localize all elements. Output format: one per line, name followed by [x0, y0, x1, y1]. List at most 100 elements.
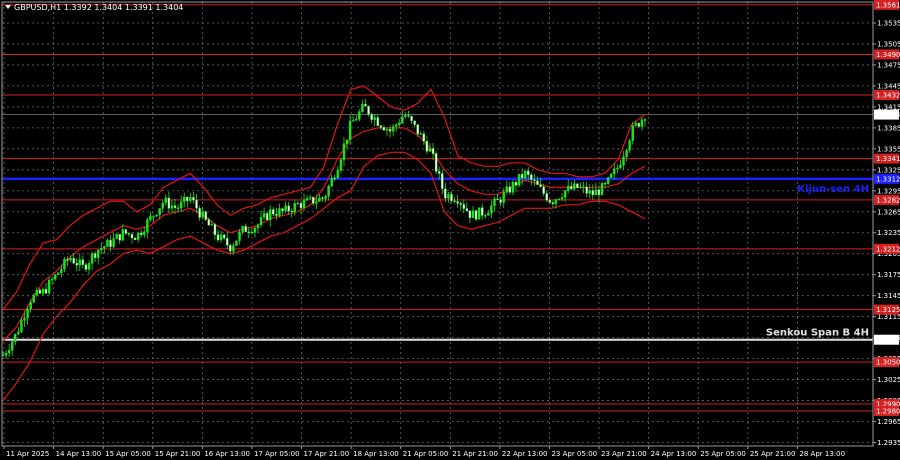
- candle-body: [20, 320, 23, 333]
- candle-body: [66, 259, 69, 261]
- candle-body: [38, 289, 42, 294]
- candle-body: [93, 253, 97, 258]
- candle-body: [385, 129, 389, 131]
- candle-body: [235, 240, 238, 246]
- candle-body: [192, 197, 195, 201]
- candle-body: [216, 234, 220, 241]
- candle-body: [118, 234, 121, 241]
- candle-body: [318, 197, 321, 202]
- candle-body: [299, 203, 303, 209]
- price-level-tag: 1.3490: [876, 51, 900, 59]
- candle-body: [155, 214, 158, 217]
- x-tick-label: 23 Apr 05:00: [551, 450, 597, 458]
- candle-body: [394, 124, 398, 127]
- candle-body: [69, 258, 72, 261]
- y-tick-label: 1.3235: [877, 229, 900, 237]
- candle-body: [640, 119, 644, 127]
- candle-body: [183, 196, 186, 202]
- candle-body: [388, 129, 392, 132]
- candle-body: [293, 203, 297, 213]
- candle-body: [465, 208, 469, 212]
- kijun-sen-label: Kijun-sen 4H: [797, 184, 869, 195]
- candle-body: [290, 210, 293, 213]
- candle-body: [606, 177, 610, 184]
- candle-body: [278, 208, 281, 216]
- candle-body: [272, 209, 275, 215]
- candle-body: [11, 341, 14, 351]
- candle-body: [468, 210, 472, 218]
- candle-body: [450, 194, 453, 201]
- y-tick-label: 1.2965: [877, 418, 900, 426]
- x-tick-label: 28 Apr 13:00: [799, 450, 845, 458]
- candle-body: [198, 208, 201, 218]
- candle-body: [517, 173, 521, 186]
- candle-body: [136, 232, 140, 241]
- candle-body: [597, 189, 601, 196]
- candle-body: [603, 183, 607, 185]
- candle-body: [238, 231, 241, 241]
- candle-body: [109, 239, 112, 247]
- candle-body: [63, 259, 66, 270]
- y-tick-label: 1.3535: [877, 19, 900, 27]
- price-level-tag: 1.3432: [876, 91, 900, 99]
- y-tick-label: 1.2935: [877, 439, 900, 447]
- x-tick-label: 11 Apr 2025: [6, 450, 49, 458]
- candle-body: [379, 125, 383, 128]
- candle-body: [434, 153, 438, 172]
- candle-body: [355, 119, 358, 121]
- candle-body: [422, 133, 426, 142]
- band-lower-line: [2, 151, 646, 401]
- candle-body: [453, 200, 456, 202]
- chart-window: 1.3535 1.3505 1.3475 1.3445 1.3415 1.3385 1.33…: [0, 0, 900, 460]
- candle-body: [499, 199, 502, 203]
- candle-body: [259, 217, 263, 226]
- candle-body: [410, 116, 413, 122]
- candle-body: [256, 224, 260, 229]
- price-level-tag: 1.2980: [876, 408, 900, 416]
- y-tick-label: 1.3445: [877, 82, 900, 90]
- candle-body: [330, 177, 333, 187]
- y-tick-label: 1.3355: [877, 145, 900, 153]
- price-level-tag: 1.3561: [876, 1, 900, 9]
- candle-body: [296, 203, 300, 205]
- candle-body: [456, 201, 459, 204]
- candle-body: [376, 117, 379, 126]
- candle-body: [514, 182, 518, 186]
- candle-body: [121, 229, 124, 241]
- x-tick-label: 17 Apr 21:00: [304, 450, 350, 458]
- candle-body: [75, 262, 78, 266]
- candle-body: [358, 111, 361, 120]
- candle-body: [502, 192, 505, 203]
- candle-body: [47, 279, 51, 294]
- candle-body: [161, 202, 164, 209]
- candle-body: [7, 349, 11, 354]
- candle-body: [226, 237, 229, 246]
- candle-body: [281, 208, 284, 212]
- candle-body: [17, 331, 20, 335]
- candle-body: [576, 183, 579, 188]
- candle-body: [524, 170, 527, 179]
- candle-body: [173, 205, 177, 208]
- candle-body: [287, 205, 290, 212]
- candle-body: [404, 115, 407, 118]
- price-chart[interactable]: 1.35351.35051.34751.34451.34151.33851.33…: [0, 0, 900, 460]
- candle-body: [146, 219, 149, 233]
- candle-body: [54, 274, 57, 280]
- candle-body: [348, 120, 352, 140]
- candle-body: [57, 272, 60, 275]
- y-tick-label: 1.3505: [877, 40, 900, 48]
- candle-body: [364, 103, 367, 107]
- candle-body: [90, 253, 94, 264]
- candle-body: [275, 214, 278, 216]
- candle-body: [471, 210, 475, 218]
- candle-body: [333, 177, 336, 179]
- candle-body: [158, 208, 161, 216]
- candle-body: [247, 231, 250, 233]
- candle-body: [345, 139, 349, 144]
- candle-body: [14, 333, 17, 342]
- y-tick-label: 1.3145: [877, 292, 900, 300]
- candle-body: [41, 289, 45, 294]
- candle-body: [140, 232, 143, 235]
- candle-body: [4, 352, 8, 356]
- candle-body: [579, 186, 582, 188]
